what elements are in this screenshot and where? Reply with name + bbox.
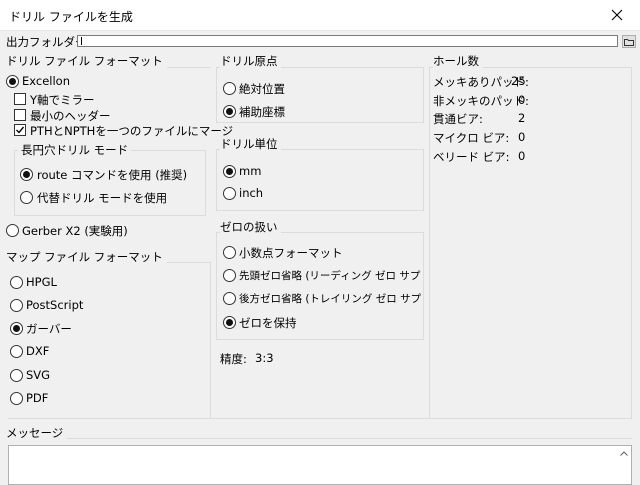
hole-counts-header: ホール数 [433, 53, 482, 69]
through-vias-label: 貫通ビア: [433, 112, 483, 126]
drill-format-header: ドリル ファイル フォーマット [6, 53, 167, 69]
units-inch-label: inch [239, 186, 264, 200]
close-button[interactable] [594, 0, 640, 30]
output-folder-row: 出力フォルダー: [0, 32, 640, 50]
browse-folder-button[interactable] [622, 35, 636, 48]
map-postscript-radio[interactable] [10, 299, 23, 312]
map-dxf-radio[interactable] [10, 345, 23, 358]
micro-vias-label: マイクロ ビア: [433, 131, 510, 145]
zeros-format-header: ゼロの扱い [220, 219, 281, 235]
precision-label: 精度: [220, 352, 247, 366]
origin-aux-radio[interactable] [223, 105, 236, 118]
units-mm-radio[interactable] [223, 165, 236, 178]
output-folder-input[interactable] [77, 35, 618, 47]
excellon-label: Excellon [22, 74, 70, 88]
gerber-x2-label: Gerber X2 (実験用) [22, 224, 128, 238]
zeros-suppress-trailing-label: 後方ゼロ省略 (トレイリング ゼロ サプレス [239, 293, 421, 305]
plated-pads-value: 25 [511, 74, 526, 88]
micro-vias-value: 0 [518, 130, 526, 144]
excellon-radio[interactable] [6, 75, 19, 88]
zeros-suppress-trailing-radio[interactable] [223, 292, 236, 305]
precision-value: 3:3 [255, 351, 274, 365]
title-bar: ドリル ファイルを生成 [0, 0, 640, 31]
map-hpgl-radio[interactable] [10, 276, 23, 289]
origin-aux-label: 補助座標 [239, 105, 285, 119]
origin-absolute-label: 絶対位置 [239, 82, 285, 96]
route-command-radio[interactable] [20, 168, 33, 181]
columns-bottom-border [8, 418, 632, 419]
map-hpgl-label: HPGL [26, 275, 57, 289]
map-pdf-label: PDF [26, 391, 49, 405]
chevron-up-icon [619, 451, 628, 456]
non-plated-pads-label: 非メッキのパッド: [433, 94, 529, 108]
drill-units-group [216, 149, 424, 211]
zeros-decimal-radio[interactable] [223, 246, 236, 259]
buried-vias-label: ベリード ビア: [433, 150, 510, 164]
map-gerber-radio[interactable] [10, 322, 23, 335]
zeros-keep-label: ゼロを保持 [239, 316, 297, 330]
oval-mode-header: 長円穴ドリル モード [18, 142, 132, 158]
map-svg-label: SVG [26, 368, 51, 382]
zeros-suppress-leading-label: 先頭ゼロ省略 (リーディング ゼロ サプレス [239, 270, 421, 282]
units-inch-radio[interactable] [223, 187, 236, 200]
scrollbar-up-button[interactable] [616, 446, 631, 461]
minimal-header-label: 最小のヘッダー [30, 109, 111, 123]
close-icon [611, 9, 623, 21]
zeros-suppress-leading-radio[interactable] [223, 269, 236, 282]
map-dxf-label: DXF [26, 344, 50, 358]
buried-vias-value: 0 [518, 149, 526, 163]
origin-absolute-radio[interactable] [223, 82, 236, 95]
oval-mode-group [14, 150, 206, 216]
map-format-header: マップ ファイル フォーマット [6, 249, 167, 265]
window-title: ドリル ファイルを生成 [9, 10, 133, 24]
map-format-right-border [210, 262, 211, 418]
text-caret [81, 37, 82, 45]
drill-units-header: ドリル単位 [220, 136, 281, 152]
minimal-header-checkbox[interactable] [14, 109, 26, 121]
alternate-drill-label: 代替ドリル モードを使用 [37, 191, 168, 205]
map-postscript-label: PostScript [26, 298, 84, 312]
gerber-x2-radio[interactable] [6, 224, 19, 237]
map-gerber-label: ガーバー [26, 322, 72, 336]
through-vias-value: 2 [518, 111, 526, 125]
map-pdf-radio[interactable] [10, 392, 23, 405]
messages-textarea[interactable] [8, 445, 632, 485]
zeros-decimal-label: 小数点フォーマット [239, 246, 343, 260]
units-mm-label: mm [239, 164, 262, 178]
alternate-drill-radio[interactable] [20, 191, 33, 204]
route-command-label: route コマンドを使用 (推奨) [37, 168, 188, 182]
mirror-y-checkbox[interactable] [14, 93, 26, 105]
hole-counts-right-border [631, 67, 632, 418]
merge-pth-npth-checkbox[interactable] [14, 124, 26, 136]
drill-origin-header: ドリル原点 [220, 53, 281, 69]
checkmark-icon [16, 126, 25, 134]
messages-header: メッセージ [6, 425, 68, 441]
mirror-y-label: Y軸でミラー [30, 93, 95, 107]
zeros-keep-radio[interactable] [223, 316, 236, 329]
non-plated-pads-value: 0 [518, 93, 526, 107]
merge-pth-npth-label: PTHとNPTHを一つのファイルにマージ [30, 124, 234, 138]
folder-icon [624, 38, 634, 46]
messages-separator [8, 438, 632, 439]
hole-counts-left-border [429, 67, 430, 418]
map-svg-radio[interactable] [10, 369, 23, 382]
